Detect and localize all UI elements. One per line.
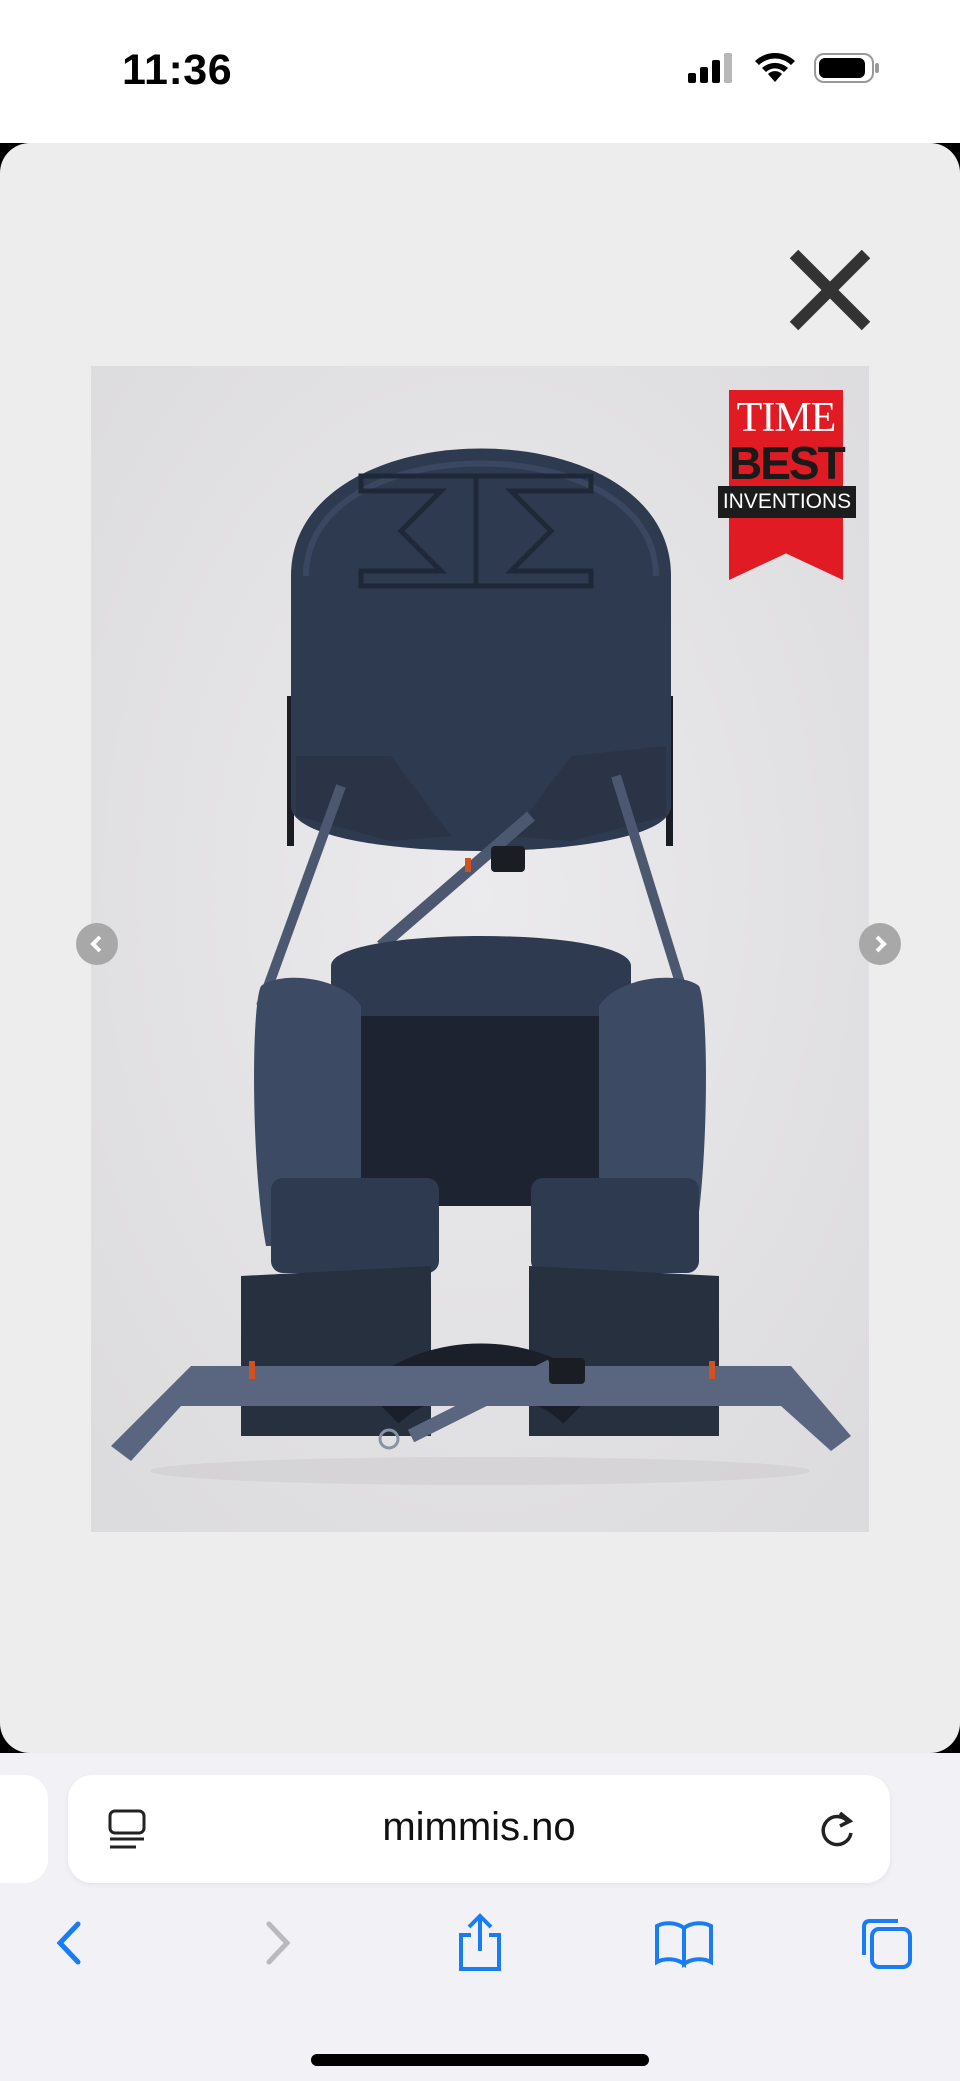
wifi-icon xyxy=(755,53,795,82)
carousel-prev-button[interactable] xyxy=(76,923,118,965)
time-best-inventions-badge: TIME BEST INVENTIONS xyxy=(718,390,856,582)
tabs-button[interactable] xyxy=(846,1903,926,1983)
status-icons xyxy=(688,52,880,84)
bookmarks-button[interactable] xyxy=(644,1903,724,1983)
back-icon xyxy=(56,1921,81,1965)
home-indicator[interactable] xyxy=(311,2054,649,2066)
address-bar[interactable]: mimmis.no xyxy=(68,1775,890,1883)
browser-toolbar xyxy=(0,1903,960,1993)
status-time: 11:36 xyxy=(122,46,233,94)
forward-button[interactable] xyxy=(237,1903,317,1983)
tabs-icon xyxy=(862,1919,912,1969)
signal-icon xyxy=(688,53,732,83)
share-icon xyxy=(459,1913,501,1971)
browser-bottom-bar: mimmis.no xyxy=(0,1753,960,2081)
forward-icon xyxy=(266,1921,291,1965)
bookmarks-icon xyxy=(655,1921,713,1968)
badge-best-text: BEST xyxy=(729,437,846,489)
url-text[interactable]: mimmis.no xyxy=(68,1805,890,1850)
reload-icon[interactable] xyxy=(816,1807,858,1851)
close-button[interactable] xyxy=(780,240,880,340)
chevron-left-icon xyxy=(90,935,102,953)
battery-icon xyxy=(814,53,879,83)
badge-time-text: TIME xyxy=(736,395,837,441)
badge-inventions-text: INVENTIONS xyxy=(718,486,856,518)
back-button[interactable] xyxy=(30,1903,110,1983)
chevron-right-icon xyxy=(875,935,887,953)
share-button[interactable] xyxy=(440,1903,520,1983)
previous-tab-peek[interactable] xyxy=(0,1775,48,1883)
status-bar: 11:36 xyxy=(0,0,960,143)
carousel-next-button[interactable] xyxy=(859,923,901,965)
close-icon xyxy=(789,249,871,331)
